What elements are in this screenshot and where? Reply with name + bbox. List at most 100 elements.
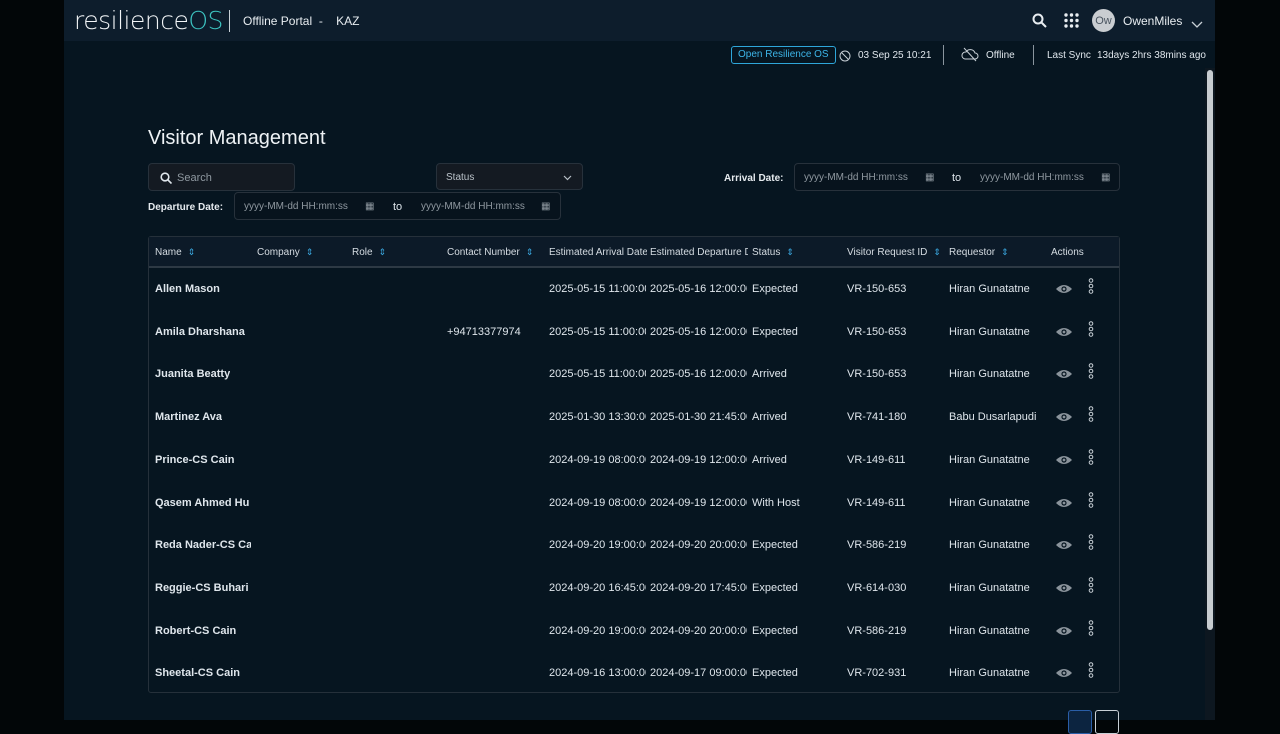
table-row[interactable]: Amila Dharshana +94713377974 2025-05-15 11… [149, 311, 1119, 354]
cell-status: With Host [752, 496, 800, 509]
cell-requestor: Hiran Gunatatne [949, 581, 1030, 594]
cell-departure: 2024-09-19 12:00:00 [650, 453, 747, 466]
table-row[interactable]: Reda Nader-CS Ca 2024-09-20 19:00:00 2024-… [149, 524, 1119, 567]
sort-icon[interactable]: ⇕ [933, 247, 941, 257]
more-vertical-icon[interactable] [1088, 577, 1094, 598]
calendar-icon[interactable]: ▦ [365, 201, 374, 212]
eye-icon[interactable] [1055, 367, 1073, 385]
search-input[interactable]: Search [148, 163, 295, 191]
cell-requestor: Hiran Gunatatne [949, 624, 1030, 637]
sort-icon[interactable]: ⇕ [379, 247, 387, 257]
eye-icon[interactable] [1055, 624, 1073, 642]
more-vertical-icon[interactable] [1088, 320, 1094, 342]
cell-name: Reda Nader-CS Ca [155, 539, 251, 552]
column-header[interactable]: Status ⇕ [752, 247, 794, 258]
table-row[interactable]: Allen Mason 2025-05-15 11:00:00 2025-05-16… [149, 268, 1119, 311]
column-header[interactable]: Company ⇕ [257, 247, 313, 258]
table-header: Name ⇕ Company ⇕ Role ⇕ Contact Number ⇕ Estimat… [149, 237, 1119, 268]
departure-from-input[interactable]: yyyy-MM-dd HH:mm:ss [244, 201, 348, 212]
table-row[interactable]: Robert-CS Cain 2024-09-20 19:00:00 2024-09… [149, 610, 1119, 653]
more-vertical-icon[interactable] [1088, 491, 1094, 513]
eye-icon[interactable] [1055, 453, 1073, 471]
sort-icon[interactable]: ⇕ [786, 247, 794, 257]
column-label: Estimated Arrival Date [549, 247, 647, 258]
more-vertical-icon[interactable] [1088, 278, 1094, 299]
table-row[interactable]: Martinez Ava 2025-01-30 13:30:00 2025-01-3… [149, 396, 1119, 439]
column-header[interactable]: Name ⇕ [155, 247, 195, 258]
eye-icon[interactable] [1055, 325, 1073, 343]
cell-requestor: Babu Dusarlapudi [949, 411, 1037, 424]
chevron-down-icon [563, 175, 572, 181]
cell-arrival: 2024-09-19 08:00:00 [549, 453, 646, 466]
column-header[interactable]: Estimated Arrival Date [549, 247, 647, 258]
eye-icon[interactable] [1055, 666, 1073, 684]
cell-status: Expected [752, 581, 798, 594]
cell-status: Arrived [752, 411, 787, 424]
more-vertical-icon[interactable] [1088, 534, 1094, 555]
eye-icon[interactable] [1055, 410, 1073, 428]
departure-date-label: Departure Date: [148, 202, 224, 213]
cell-status: Arrived [752, 368, 787, 381]
cell-vrid: VR-149-611 [847, 496, 906, 509]
cell-name: Robert-CS Cain [155, 624, 237, 637]
sort-icon[interactable]: ⇕ [1001, 247, 1009, 257]
column-header[interactable]: Requestor ⇕ [949, 247, 1009, 258]
cell-arrival: 2024-09-19 08:00:00 [549, 496, 646, 509]
table-row[interactable]: Qasem Ahmed Hu 2024-09-19 08:00:00 2024-09… [149, 482, 1119, 525]
column-label: Estimated Departure Date [650, 247, 748, 258]
calendar-icon[interactable]: ▦ [925, 172, 934, 183]
apps-grid-icon[interactable] [1064, 13, 1079, 33]
calendar-icon[interactable]: ▦ [541, 201, 550, 212]
column-header[interactable]: Estimated Departure Date [650, 247, 748, 258]
column-header[interactable]: Role ⇕ [352, 247, 386, 258]
cell-contact: +94713377974 [447, 325, 521, 338]
pagination-page-2[interactable] [1095, 710, 1119, 734]
more-vertical-icon[interactable] [1088, 363, 1094, 384]
cell-departure: 2024-09-20 20:00:00 [650, 539, 747, 552]
search-icon[interactable] [1032, 13, 1047, 33]
table-row[interactable]: Sheetal-CS Cain 2024-09-16 13:00:00 2024-0… [149, 652, 1119, 695]
to-label: to [952, 172, 962, 184]
more-vertical-icon[interactable] [1088, 662, 1094, 683]
calendar-icon[interactable]: ▦ [1101, 172, 1110, 183]
scrollbar-thumb[interactable] [1207, 70, 1213, 630]
cell-arrival: 2024-09-16 13:00:00 [549, 667, 646, 680]
table-row[interactable]: Reggie-CS Buhari 2024-09-20 16:45:00 2024-… [149, 567, 1119, 610]
visitor-table: Name ⇕ Company ⇕ Role ⇕ Contact Number ⇕ Estimat… [148, 236, 1120, 693]
eye-icon[interactable] [1055, 282, 1073, 300]
more-vertical-icon[interactable] [1088, 406, 1094, 427]
sort-icon[interactable]: ⇕ [526, 247, 534, 257]
cell-departure: 2024-09-19 12:00:00 [650, 496, 747, 509]
status-select[interactable]: Status [436, 163, 583, 190]
username[interactable]: OwenMiles [1123, 14, 1182, 28]
column-header[interactable]: Actions [1051, 247, 1084, 258]
cell-arrival: 2025-05-15 11:00:00 [549, 325, 646, 338]
table-row[interactable]: Prince-CS Cain 2024-09-19 08:00:00 2024-09… [149, 439, 1119, 482]
cell-departure: 2024-09-20 17:45:00 [650, 581, 747, 594]
column-label: Visitor Request ID [847, 247, 928, 258]
eye-icon[interactable] [1055, 581, 1073, 599]
more-vertical-icon[interactable] [1088, 448, 1094, 470]
top-bar: resilienceOS Offline Portal - KAZ Ow Owe… [64, 0, 1215, 41]
table-row[interactable]: Juanita Beatty 2025-05-15 11:00:00 2025-05… [149, 353, 1119, 396]
arrival-to-input[interactable]: yyyy-MM-dd HH:mm:ss [980, 172, 1084, 183]
open-resilience-os-button[interactable]: Open Resilience OS [731, 46, 836, 64]
column-header[interactable]: Contact Number ⇕ [447, 247, 533, 258]
cell-requestor: Hiran Gunatatne [949, 368, 1030, 381]
column-header[interactable]: Visitor Request ID ⇕ [847, 247, 941, 258]
departure-to-input[interactable]: yyyy-MM-dd HH:mm:ss [421, 201, 525, 212]
cell-name: Qasem Ahmed Hu [155, 496, 250, 509]
sort-icon[interactable]: ⇕ [306, 247, 314, 257]
logo: resilienceOS [74, 6, 223, 35]
cell-status: Expected [752, 325, 798, 338]
eye-icon[interactable] [1055, 538, 1073, 556]
more-vertical-icon[interactable] [1088, 619, 1094, 641]
chevron-down-icon[interactable] [1191, 16, 1203, 34]
eye-icon[interactable] [1055, 496, 1073, 514]
avatar[interactable]: Ow [1092, 9, 1115, 32]
arrival-from-input[interactable]: yyyy-MM-dd HH:mm:ss [804, 172, 908, 183]
column-label: Actions [1051, 247, 1084, 258]
sort-icon[interactable]: ⇕ [188, 247, 196, 257]
connection-status[interactable]: Offline [986, 50, 1015, 70]
pagination-page-1[interactable] [1068, 710, 1092, 734]
